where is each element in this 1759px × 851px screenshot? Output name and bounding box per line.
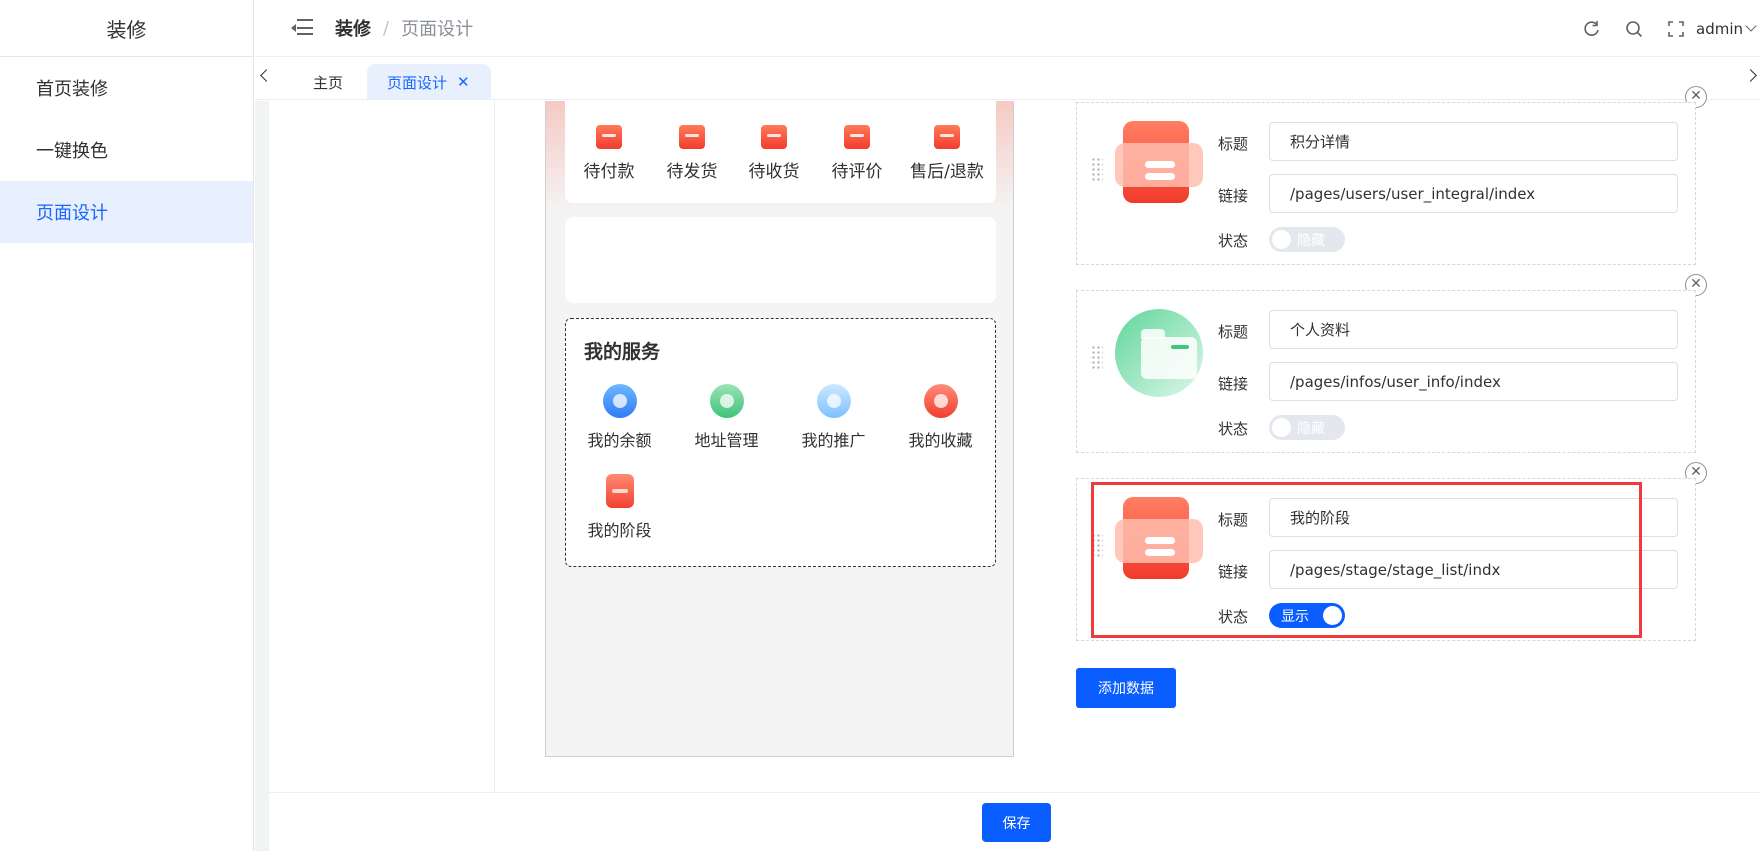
- sidebar-item-home-decoration[interactable]: 首页装修: [0, 57, 253, 119]
- location-icon: [709, 384, 744, 418]
- toggle-knob: [1272, 418, 1291, 437]
- truck-icon: [679, 125, 705, 149]
- order-label: 待发货: [666, 162, 718, 182]
- my-services-card[interactable]: 我的服务 我的余额 地址管理 我的推广 我的收藏 我的阶段: [565, 318, 996, 567]
- promotion-icon: [816, 384, 851, 418]
- service-label: 我的收藏: [908, 431, 973, 450]
- refund-icon: [934, 125, 960, 149]
- title-label: 标题: [1218, 135, 1249, 153]
- drag-handle-icon[interactable]: [1091, 345, 1103, 371]
- service-label: 我的推广: [801, 431, 866, 450]
- wallet-icon: [596, 125, 622, 149]
- fullscreen-icon[interactable]: [1666, 19, 1686, 39]
- stage-icon: [605, 474, 634, 508]
- comment-icon: [844, 125, 870, 149]
- search-icon[interactable]: [1624, 19, 1644, 39]
- nav-item-editor: 标题 链接 状态 隐藏: [1076, 102, 1696, 265]
- service-item-favorite[interactable]: 我的收藏: [887, 384, 994, 451]
- chevron-down-icon[interactable]: [1745, 20, 1757, 32]
- service-item-stage[interactable]: 我的阶段: [566, 474, 673, 541]
- top-header: 装修 / 页面设计 admin: [255, 0, 1759, 57]
- brand-title: 装修: [0, 0, 253, 57]
- sidebar: 装修 首页装修 一键换色 页面设计: [0, 0, 254, 851]
- blank-module-card[interactable]: [565, 217, 996, 303]
- order-label: 售后/退款: [910, 162, 984, 182]
- status-toggle[interactable]: 隐藏: [1269, 415, 1345, 440]
- title-label: 标题: [1218, 323, 1249, 341]
- status-label: 状态: [1218, 232, 1249, 250]
- link-input[interactable]: [1269, 174, 1678, 213]
- menu-collapse-icon[interactable]: [291, 19, 313, 37]
- tab-home-label: 主页: [313, 73, 344, 92]
- order-pending-review[interactable]: 待评价: [817, 125, 897, 182]
- service-label: 我的余额: [587, 431, 652, 450]
- folder-icon[interactable]: [1115, 309, 1203, 397]
- status-toggle[interactable]: 隐藏: [1269, 227, 1345, 252]
- tab-page-design-label: 页面设计: [387, 73, 448, 92]
- toggle-knob: [1272, 230, 1291, 249]
- link-input[interactable]: [1269, 362, 1678, 401]
- save-button[interactable]: 保存: [982, 803, 1051, 842]
- printer-icon[interactable]: [1115, 121, 1203, 209]
- sidebar-item-page-design[interactable]: 页面设计: [0, 181, 253, 243]
- breadcrumb: 装修 / 页面设计: [335, 15, 473, 41]
- order-label: 待收货: [748, 162, 800, 182]
- balance-icon: [602, 384, 637, 418]
- link-label: 链接: [1218, 375, 1249, 393]
- tab-page-design[interactable]: 页面设计 ✕: [367, 64, 491, 100]
- services-title: 我的服务: [584, 341, 661, 363]
- breadcrumb-root[interactable]: 装修: [335, 15, 371, 41]
- tab-home[interactable]: 主页: [295, 64, 361, 100]
- order-after-sale[interactable]: 售后/退款: [900, 125, 994, 182]
- order-status-card[interactable]: 待付款 待发货 待收货 待评价 售后/退款: [565, 101, 996, 203]
- order-pending-shipment[interactable]: 待发货: [652, 125, 732, 182]
- order-pending-payment[interactable]: 待付款: [569, 125, 649, 182]
- breadcrumb-separator: /: [383, 17, 390, 39]
- tabs-scroll-left-icon[interactable]: [260, 69, 273, 82]
- toggle-text: 隐藏: [1297, 233, 1325, 249]
- selection-highlight: [1091, 482, 1642, 638]
- tabs-bar: 主页 页面设计 ✕: [255, 58, 1759, 100]
- refresh-icon[interactable]: [1582, 19, 1602, 39]
- breadcrumb-current: 页面设计: [401, 19, 474, 40]
- order-label: 待评价: [831, 162, 883, 182]
- close-icon[interactable]: ✕: [457, 73, 470, 91]
- tabs-scroll-right-icon[interactable]: [1744, 69, 1757, 82]
- status-label: 状态: [1218, 420, 1249, 438]
- service-item-promotion[interactable]: 我的推广: [780, 384, 887, 451]
- service-item-address[interactable]: 地址管理: [673, 384, 780, 451]
- user-menu[interactable]: admin: [1696, 20, 1743, 38]
- nav-item-editor: 标题 链接 状态 隐藏: [1076, 290, 1696, 453]
- package-icon: [761, 125, 787, 149]
- service-label: 我的阶段: [587, 521, 652, 540]
- drag-handle-icon[interactable]: [1091, 157, 1103, 183]
- panel-divider: [494, 101, 495, 793]
- order-pending-receipt[interactable]: 待收货: [734, 125, 814, 182]
- add-data-button[interactable]: 添加数据: [1076, 668, 1176, 708]
- favorite-icon: [923, 384, 958, 418]
- sidebar-item-theme-color[interactable]: 一键换色: [0, 119, 253, 181]
- title-input[interactable]: [1269, 122, 1678, 161]
- link-label: 链接: [1218, 187, 1249, 205]
- service-label: 地址管理: [694, 431, 759, 450]
- order-label: 待付款: [583, 162, 635, 182]
- title-input[interactable]: [1269, 310, 1678, 349]
- toggle-text: 隐藏: [1297, 421, 1325, 437]
- service-item-balance[interactable]: 我的余额: [566, 384, 673, 451]
- phone-preview: 待付款 待发货 待收货 待评价 售后/退款 我的服务 我的余额 地址管理 我的推…: [545, 101, 1014, 757]
